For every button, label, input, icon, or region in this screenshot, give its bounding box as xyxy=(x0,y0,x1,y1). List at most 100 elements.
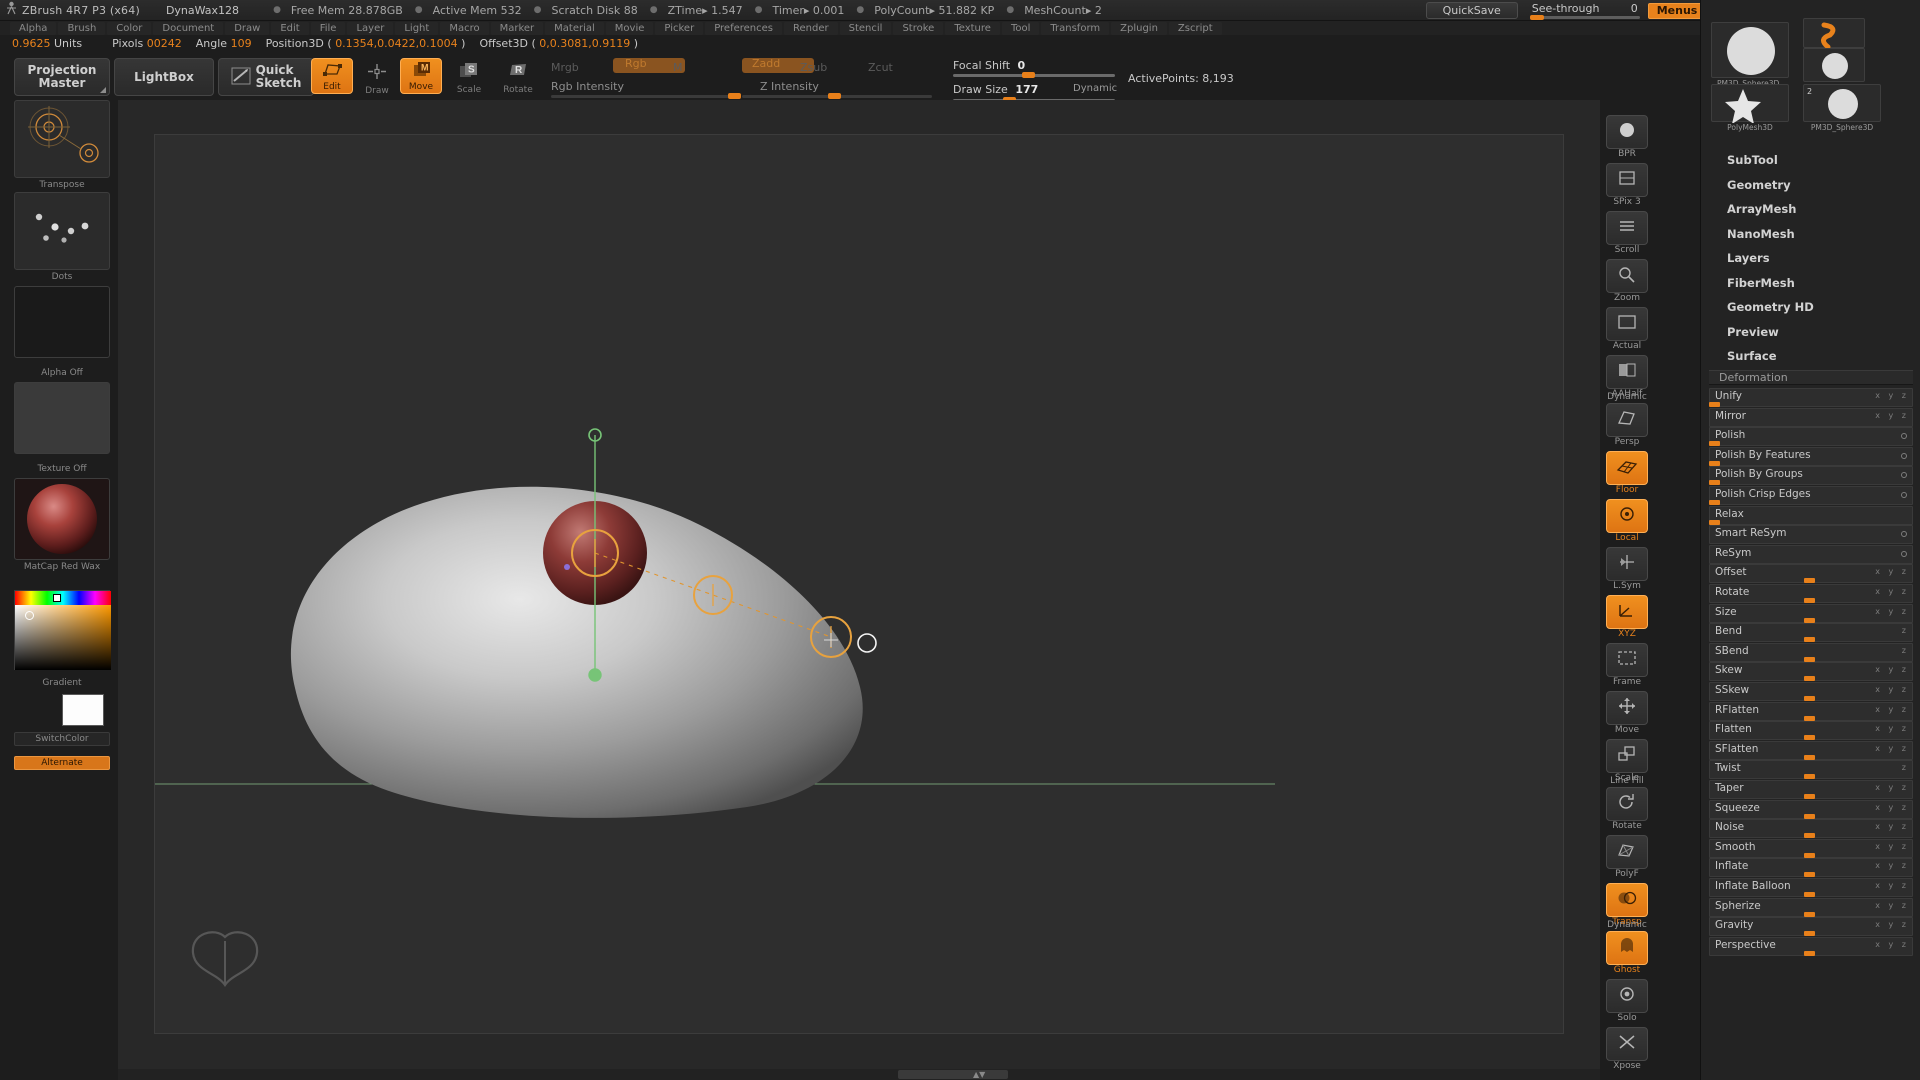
deformation-slider-knob[interactable] xyxy=(1804,637,1815,643)
shelf-button-scale[interactable] xyxy=(1606,739,1648,773)
shelf-button-rotate[interactable] xyxy=(1606,787,1648,821)
current-color-swatch[interactable] xyxy=(62,694,104,726)
deformation-row-polish[interactable]: Polish xyxy=(1709,427,1913,447)
deformation-axis-toggles[interactable]: x y z xyxy=(1875,567,1909,576)
subpalette-arraymesh[interactable]: ArrayMesh xyxy=(1709,199,1913,219)
mrgb-button[interactable]: Mrgb xyxy=(551,61,579,74)
menu-item-transform[interactable]: Transform xyxy=(1041,21,1110,35)
deformation-axis-toggles[interactable]: x y z xyxy=(1875,587,1909,596)
menu-item-material[interactable]: Material xyxy=(545,21,604,35)
document-canvas[interactable] xyxy=(154,134,1564,1034)
menu-item-stencil[interactable]: Stencil xyxy=(839,21,892,35)
subpalette-geometry[interactable]: Geometry xyxy=(1709,175,1913,195)
zcut-button[interactable]: Zcut xyxy=(868,61,893,74)
move-mode-button[interactable]: M Move xyxy=(400,58,442,94)
switch-color-button[interactable]: SwitchColor xyxy=(14,732,110,746)
deformation-slider-knob[interactable] xyxy=(1804,715,1815,721)
menu-bar[interactable]: Alpha Brush Color Document Draw Edit File Layer… xyxy=(0,21,1920,35)
deformation-slider-knob[interactable] xyxy=(1804,598,1815,603)
deformation-row-polish-by-groups[interactable]: Polish By Groups xyxy=(1709,466,1913,486)
subpalette-preview[interactable]: Preview xyxy=(1709,322,1913,342)
see-through-slider[interactable]: See-through 0 xyxy=(1529,2,1640,20)
deformation-axis-toggles[interactable]: x y z xyxy=(1875,665,1909,674)
shelf-button-local[interactable] xyxy=(1606,499,1648,533)
see-through-knob[interactable] xyxy=(1529,15,1544,20)
deformation-axis-toggles[interactable]: x y z xyxy=(1875,881,1909,890)
alpha-preview-box[interactable] xyxy=(14,286,110,358)
deformation-axis-toggles[interactable]: x y z xyxy=(1875,607,1909,616)
tool-thumb-pm3d-sphere3d[interactable]: 2 xyxy=(1803,84,1881,122)
deformation-option-dot[interactable] xyxy=(1901,452,1907,459)
shelf-button-zoom[interactable] xyxy=(1606,259,1648,293)
deformation-row-smooth[interactable]: Smooth x y z xyxy=(1709,838,1913,858)
menu-item-zscript[interactable]: Zscript xyxy=(1168,21,1222,35)
deformation-slider-knob[interactable] xyxy=(1709,441,1720,447)
menu-item-preferences[interactable]: Preferences xyxy=(705,21,783,35)
shelf-button-transp[interactable] xyxy=(1606,883,1648,917)
color-picker-hue-strip[interactable] xyxy=(15,591,111,605)
shelf-button-frame[interactable] xyxy=(1606,643,1648,677)
quicksave-button[interactable]: QuickSave xyxy=(1425,2,1518,19)
menu-item-picker[interactable]: Picker xyxy=(655,21,704,35)
deformation-axis-toggles[interactable]: x y z xyxy=(1875,920,1909,929)
deformation-slider-knob[interactable] xyxy=(1709,500,1720,505)
menu-item-movie[interactable]: Movie xyxy=(605,21,654,35)
deformation-slider-knob[interactable] xyxy=(1804,617,1815,623)
deformation-row-sbend[interactable]: SBend z xyxy=(1709,642,1913,662)
deformation-row-flatten[interactable]: Flatten x y z xyxy=(1709,721,1913,741)
deformation-slider-knob[interactable] xyxy=(1804,911,1815,917)
subpalette-surface[interactable]: Surface xyxy=(1709,346,1913,366)
deformation-axis-toggles[interactable]: x y z xyxy=(1875,744,1909,753)
tool-thumb-simplebrush[interactable] xyxy=(1803,48,1865,82)
scale-mode-button[interactable]: S Scale xyxy=(447,58,491,96)
deformation-row-offset[interactable]: Offset x y z xyxy=(1709,564,1913,584)
deformation-slider-knob[interactable] xyxy=(1804,833,1815,839)
scrollbar-thumb[interactable] xyxy=(898,1070,1008,1079)
deformation-row-size[interactable]: Size x y z xyxy=(1709,603,1913,623)
focal-shift-knob[interactable] xyxy=(1022,72,1035,78)
deformation-slider-knob[interactable] xyxy=(1804,735,1815,741)
deformation-axis-toggles[interactable]: x y z xyxy=(1875,861,1909,870)
z-intensity-knob[interactable] xyxy=(828,93,841,99)
deformation-row-sflatten[interactable]: SFlatten x y z xyxy=(1709,740,1913,760)
deformation-slider-knob[interactable] xyxy=(1804,696,1815,701)
deformation-slider-knob[interactable] xyxy=(1804,931,1815,937)
shelf-button-l-sym[interactable] xyxy=(1606,547,1648,581)
deformation-section-header[interactable]: Deformation xyxy=(1709,370,1913,385)
alternate-button[interactable]: Alternate xyxy=(14,756,110,770)
subpalette-layers[interactable]: Layers xyxy=(1709,248,1913,268)
deformation-slider-knob[interactable] xyxy=(1804,676,1815,682)
menu-item-brush[interactable]: Brush xyxy=(58,21,106,35)
menu-item-light[interactable]: Light xyxy=(395,21,439,35)
deformation-row-rotate[interactable]: Rotate x y z xyxy=(1709,584,1913,603)
deformation-axis-toggles[interactable]: z xyxy=(1902,626,1909,635)
subpalette-fibermesh[interactable]: FiberMesh xyxy=(1709,273,1913,293)
deformation-slider-knob[interactable] xyxy=(1804,578,1815,584)
popup-corner-icon[interactable] xyxy=(100,87,106,93)
subpalette-subtool[interactable]: SubTool xyxy=(1709,150,1913,170)
quick-sketch-button[interactable]: Quick Sketch xyxy=(218,58,314,96)
deformation-slider-knob[interactable] xyxy=(1709,402,1720,407)
menu-item-tool[interactable]: Tool xyxy=(1001,21,1040,35)
menu-item-color[interactable]: Color xyxy=(107,21,152,35)
deformation-axis-toggles[interactable]: x y z xyxy=(1875,783,1909,792)
texture-preview-box[interactable] xyxy=(14,382,110,454)
deformation-row-bend[interactable]: Bend z xyxy=(1709,623,1913,643)
shelf-button-floor[interactable] xyxy=(1606,451,1648,485)
color-picker-saturation-value[interactable] xyxy=(15,605,111,670)
menu-item-layer[interactable]: Layer xyxy=(347,21,394,35)
brush-preview-box[interactable] xyxy=(14,100,110,178)
deformation-row-gravity[interactable]: Gravity x y z xyxy=(1709,917,1913,937)
deformation-axis-toggles[interactable]: x y z xyxy=(1875,411,1909,420)
deformation-slider-knob[interactable] xyxy=(1804,813,1815,819)
shelf-button-ghost[interactable] xyxy=(1606,931,1648,965)
deformation-row-inflate-balloon[interactable]: Inflate Balloon x y z xyxy=(1709,878,1913,897)
deformation-row-noise[interactable]: Noise x y z xyxy=(1709,819,1913,839)
deformation-row-polish-crisp-edges[interactable]: Polish Crisp Edges xyxy=(1709,486,1913,505)
rgb-intensity-knob[interactable] xyxy=(728,93,741,99)
sv-marker[interactable] xyxy=(25,611,34,620)
menu-item-file[interactable]: File xyxy=(310,21,346,35)
deformation-slider-knob[interactable] xyxy=(1709,460,1720,466)
canvas-area[interactable] xyxy=(118,100,1600,1075)
menu-item-document[interactable]: Document xyxy=(153,21,224,35)
